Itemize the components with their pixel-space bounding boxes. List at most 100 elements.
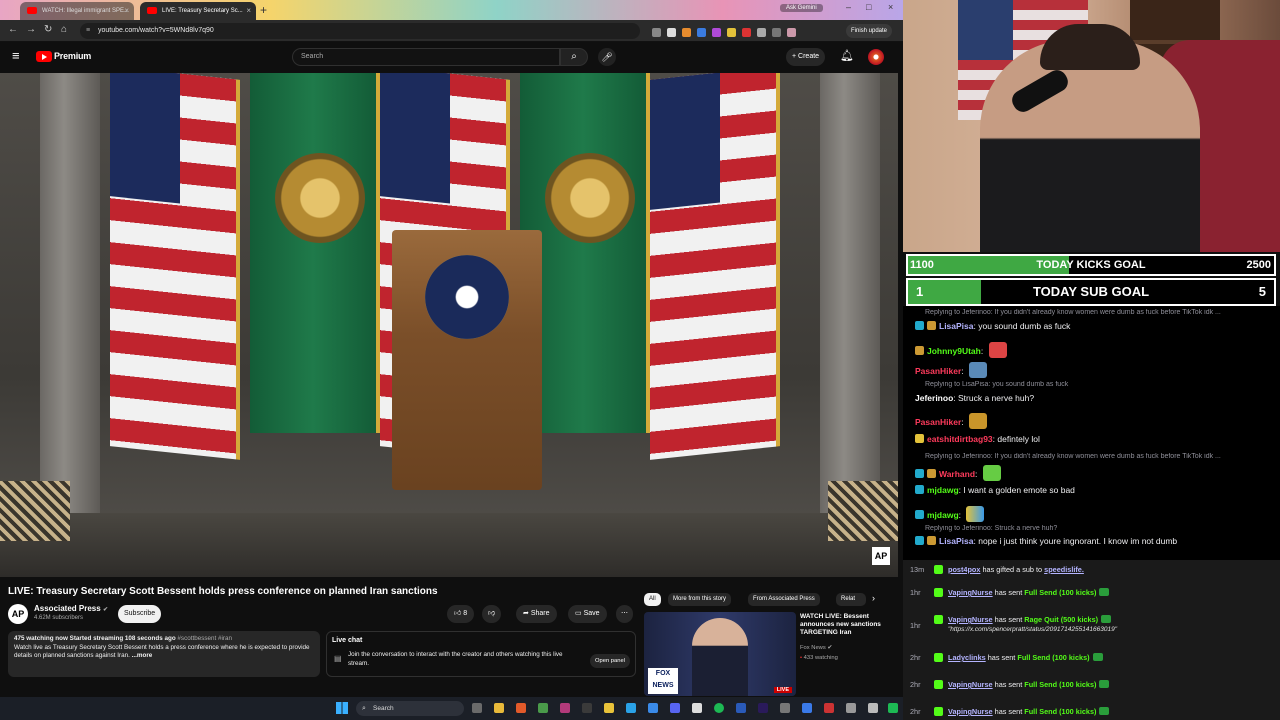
minimize-icon[interactable]: – xyxy=(846,2,851,12)
task-view-icon[interactable] xyxy=(472,703,482,713)
finish-update-button[interactable]: Finish update xyxy=(846,24,893,38)
chat-username[interactable]: mjdawg xyxy=(927,485,959,495)
account-avatar[interactable] xyxy=(868,49,884,65)
sidebar-icon[interactable] xyxy=(772,27,781,37)
taskbar-app-icon[interactable] xyxy=(780,703,790,713)
badge-icon xyxy=(927,321,936,330)
related-video-channel[interactable]: Fox News ✔ xyxy=(800,645,832,651)
voice-search-icon[interactable]: 🎤︎ xyxy=(598,48,616,66)
chat-username[interactable]: Warhand xyxy=(939,469,975,479)
like-button[interactable]: 👍︎ 8 xyxy=(447,605,475,623)
chip-from-associated-press[interactable]: From Associated Press xyxy=(748,593,820,606)
edge-icon[interactable] xyxy=(648,703,658,713)
chevron-right-icon[interactable]: › xyxy=(872,593,875,603)
maximize-icon[interactable]: □ xyxy=(866,2,871,12)
search-button[interactable]: ⌕ xyxy=(560,48,588,66)
event-user[interactable]: VapingNurse xyxy=(948,680,993,689)
related-video-thumbnail[interactable]: FOX NEWS LIVE xyxy=(644,612,796,696)
discord-icon[interactable] xyxy=(670,703,680,713)
save-button[interactable]: ▭ Save xyxy=(568,605,607,623)
browser-tab-1[interactable]: WATCH: Illegal immigrant SPE... × xyxy=(20,2,134,20)
chip-all[interactable]: All xyxy=(644,593,661,606)
channel-name[interactable]: Associated Press ✔ xyxy=(34,604,108,613)
taskbar-app-icon[interactable] xyxy=(494,703,504,713)
chat-username[interactable]: Jeferinoo xyxy=(915,393,953,403)
live-dot-icon: • xyxy=(800,655,803,661)
description-tags[interactable]: #scottbessent #iran xyxy=(177,635,232,642)
more-actions-icon[interactable]: ⋯ xyxy=(616,605,633,623)
chip-related[interactable]: Relat xyxy=(836,593,866,606)
event-user[interactable]: VapingNurse xyxy=(948,707,993,716)
taskbar-app-icon[interactable] xyxy=(560,703,570,713)
taskbar-app-icon[interactable] xyxy=(538,703,548,713)
chat-username[interactable]: eatshitdirtbag93 xyxy=(927,434,993,444)
reload-icon[interactable]: ↻ xyxy=(44,24,52,35)
event-user[interactable]: VapingNurse xyxy=(948,588,993,597)
event-user[interactable]: VapingNurse xyxy=(948,615,993,624)
event-message-link[interactable]: "https://x.com/spencerpratt/status/20917… xyxy=(948,626,1117,633)
premiere-icon[interactable] xyxy=(758,703,768,713)
profile-avatar-icon[interactable] xyxy=(787,27,796,37)
ap-watermark-logo: AP xyxy=(872,547,890,565)
taskbar-app-icon[interactable] xyxy=(736,703,746,713)
chat-username[interactable]: LisaPisa xyxy=(939,536,974,546)
taskbar-app-icon[interactable] xyxy=(888,703,898,713)
extension-icon[interactable] xyxy=(712,27,721,37)
taskbar-app-icon[interactable] xyxy=(582,703,592,713)
open-panel-button[interactable]: Open panel xyxy=(590,654,630,668)
chat-message: eatshitdirtbag93: defintely lol xyxy=(915,434,1040,444)
related-video-title[interactable]: WATCH LIVE: Bessent announces new sancti… xyxy=(800,613,895,637)
event-user[interactable]: Ladyclinks xyxy=(948,653,986,662)
description-more-link[interactable]: ...more xyxy=(132,652,153,659)
subscribe-button[interactable]: Subscribe xyxy=(118,605,162,623)
close-tab-icon[interactable]: × xyxy=(246,2,251,20)
taskbar-app-icon[interactable] xyxy=(846,703,856,713)
taskbar-app-icon[interactable] xyxy=(516,703,526,713)
taskbar-search[interactable]: ⌕ Search xyxy=(356,701,464,716)
hamburger-menu-icon[interactable]: ≡ xyxy=(12,48,20,63)
create-button[interactable]: + Create xyxy=(786,48,826,66)
search-input[interactable]: Search xyxy=(292,48,560,66)
close-window-icon[interactable]: × xyxy=(888,2,893,12)
back-icon[interactable]: ← xyxy=(8,24,18,35)
file-explorer-icon[interactable] xyxy=(604,703,614,713)
chat-username[interactable]: PasanHiker xyxy=(915,417,961,427)
chat-username[interactable]: PasanHiker xyxy=(915,366,961,376)
forward-icon[interactable]: → xyxy=(26,24,36,35)
youtube-premium-logo[interactable]: Premium xyxy=(54,51,91,61)
event-target[interactable]: speedislife. xyxy=(1044,565,1084,574)
extension-icon[interactable] xyxy=(682,27,691,37)
dislike-button[interactable]: 👎︎ xyxy=(482,605,502,623)
telegram-icon[interactable] xyxy=(626,703,636,713)
install-app-icon[interactable] xyxy=(652,27,661,37)
notifications-bell-icon[interactable]: 🔔︎ xyxy=(840,49,854,62)
browser-tab-2-active[interactable]: LIVE: Treasury Secretary Sc... × xyxy=(140,2,256,20)
new-tab-icon[interactable]: + xyxy=(260,3,267,17)
taskbar-app-icon[interactable] xyxy=(692,703,702,713)
chat-username[interactable]: LisaPisa xyxy=(939,321,974,331)
bookmark-star-icon[interactable] xyxy=(667,27,676,37)
spotify-icon[interactable] xyxy=(714,703,724,713)
taskbar-app-icon[interactable] xyxy=(802,703,812,713)
share-button[interactable]: ➦ Share xyxy=(516,605,557,623)
extension-icon[interactable] xyxy=(742,27,751,37)
extension-icon[interactable] xyxy=(697,27,706,37)
extension-icon[interactable] xyxy=(727,27,736,37)
windows-start-icon[interactable] xyxy=(336,702,348,714)
taskbar-app-icon[interactable] xyxy=(824,703,834,713)
event-user[interactable]: post4pox xyxy=(948,565,980,574)
taskbar-app-icon[interactable] xyxy=(868,703,878,713)
channel-avatar[interactable]: AP xyxy=(8,604,28,624)
extensions-puzzle-icon[interactable] xyxy=(757,27,766,37)
site-info-icon[interactable]: ≡ xyxy=(86,23,90,39)
home-icon[interactable]: ⌂ xyxy=(61,24,67,35)
description-box[interactable]: 475 watching now Started streaming 108 s… xyxy=(8,631,320,677)
event-action: has sent xyxy=(994,615,1023,624)
close-tab-icon[interactable]: × xyxy=(124,2,129,20)
chat-username[interactable]: Johnny9Utah xyxy=(927,346,981,356)
ask-gemini-button[interactable]: Ask Gemini xyxy=(780,4,823,12)
url-bar[interactable]: ≡ youtube.com/watch?v=5WNd8lv7q90 xyxy=(80,23,640,39)
chip-more-from-story[interactable]: More from this story xyxy=(668,593,732,606)
chat-username[interactable]: mjdawg xyxy=(927,510,959,520)
youtube-logo-icon[interactable] xyxy=(36,51,52,62)
